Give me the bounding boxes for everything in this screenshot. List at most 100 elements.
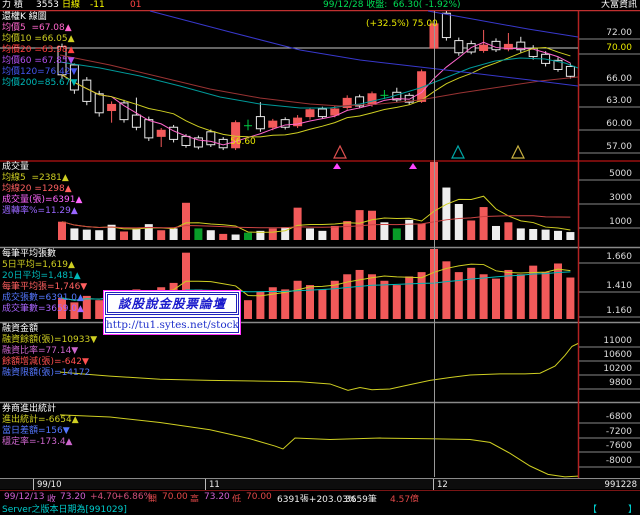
- time-axis[interactable]: 991228 99/10 11 12: [0, 478, 640, 490]
- per_trade-axis-label: 1.160: [606, 306, 632, 316]
- volume-bar: [504, 222, 513, 240]
- per-trade-bar: [355, 269, 364, 319]
- per-trade-bar: [343, 274, 352, 319]
- main-legend-line: 均價200=85.67▼: [2, 78, 78, 88]
- time-axis-label: 99/10: [37, 480, 62, 490]
- candle-body: [479, 44, 489, 51]
- per-trade-pane-title: 每筆平均張數: [2, 249, 57, 259]
- volume-bar: [268, 228, 277, 240]
- candle-body: [268, 120, 278, 128]
- per_trade-axis-label: 1.410: [606, 281, 632, 291]
- candle-body: [144, 119, 154, 139]
- forum-watermark-url[interactable]: http://tu1.sytes.net/stock: [105, 317, 239, 333]
- bracket-open: 【: [588, 505, 598, 515]
- price-axis-label: 57.00: [606, 142, 632, 152]
- volume-bar: [231, 234, 240, 240]
- broker-axis-label: -8000: [605, 456, 632, 466]
- margin-pane-legend: 融資金額 融資餘額(張)=10933▼ 融資比率=77.14▼ 餘額增減(張)=-6…: [2, 324, 97, 379]
- volume-bar: [206, 230, 215, 240]
- per_trade-legend-line: 20日平均=1,481▲: [2, 271, 81, 281]
- low-annotation: 56.60: [230, 137, 256, 147]
- candle-body: [491, 40, 501, 51]
- forum-watermark[interactable]: 談股說金股票論壇 http://tu1.sytes.net/stock: [103, 290, 241, 335]
- per-trade-bar: [318, 289, 327, 319]
- stock-name: 力 積: [2, 0, 23, 10]
- status-segment: 70.00: [162, 492, 188, 502]
- server-bar: Server之版本日期為[991029] 【 】: [0, 502, 640, 515]
- volume-bar: [566, 232, 575, 240]
- margin-legend-line: 餘額增減(張)=-642▼: [2, 357, 89, 367]
- header-date-close: 99/12/28 收盤: 66.30( -1.92%): [323, 0, 461, 10]
- candle-body: [565, 65, 575, 77]
- broker-legend-line: 穩定率=-173.4▲: [2, 437, 73, 447]
- margin-pane-title: 融資金額: [2, 324, 39, 334]
- price-axis-label: 60.00: [606, 119, 632, 129]
- margin-legend-line: 融資限額(張)=14172: [2, 368, 91, 378]
- title-field2: 01: [130, 0, 142, 10]
- margin-legend-line: 融資餘額(張)=10933▼: [2, 335, 98, 345]
- period-label[interactable]: 日線: [62, 0, 80, 10]
- brand-label: 大富資訊: [600, 0, 637, 10]
- volume-bar: [330, 225, 339, 240]
- per-trade-bar: [492, 278, 500, 319]
- per-trade-bar: [380, 280, 389, 319]
- per_trade-axis-label: 1.660: [606, 252, 632, 262]
- per-trade-bar: [405, 276, 414, 319]
- volume-bar: [306, 228, 314, 240]
- candle-body: [255, 116, 265, 130]
- price-axis-label: 66.00: [606, 74, 632, 84]
- volume-bar: [132, 229, 141, 240]
- volume-bar: [442, 187, 451, 240]
- volume-bar: [554, 230, 562, 240]
- volume-bar: [182, 202, 190, 240]
- title-bar: 力 積 3553 日線 -11 01 99/12/28 收盤: 66.30( -…: [0, 0, 640, 10]
- stock-code: 3553: [36, 0, 59, 10]
- status-segment: 73.20: [60, 492, 86, 502]
- volume-legend-line: 均線5 =2381▲: [2, 173, 69, 183]
- status-segment: +6.86%: [116, 492, 153, 502]
- candle-body: [441, 12, 451, 39]
- volume-bar: [144, 224, 153, 240]
- candle-body: [156, 129, 166, 137]
- signal-triangle-marker: [451, 144, 465, 159]
- margin-axis-label: 11000: [603, 336, 632, 346]
- candle-body: [305, 109, 315, 118]
- volume-legend-line: 均線20 =1298▲: [2, 184, 72, 194]
- main-legend-line: 均價20 =63.98▲: [2, 45, 75, 55]
- per-trade-bar: [281, 289, 290, 319]
- chart-canvas[interactable]: [0, 0, 640, 512]
- volume-bar: [169, 228, 178, 240]
- main-pane-legend: 還權K 線圖 均價5 =67.08▲ 均價10 =66.05▲ 均價20 =63.9…: [2, 12, 77, 89]
- volume-bar: [454, 204, 463, 240]
- candle-body: [206, 131, 216, 146]
- volume-bar: [58, 221, 66, 240]
- volume-axis-label: 1000: [609, 217, 632, 227]
- candle-body: [454, 40, 464, 54]
- main-pane-title: 還權K 線圖: [2, 12, 47, 22]
- volume-bar: [492, 225, 500, 240]
- per-trade-bar: [268, 287, 277, 319]
- price-axis-label: 70.00: [606, 43, 632, 53]
- title-field1: -11: [90, 0, 105, 10]
- volume-bar: [293, 207, 302, 240]
- volume-bar: [417, 223, 426, 240]
- signal-triangle-marker: [333, 144, 347, 159]
- broker-pane-legend: 券商進出統計 進出統計=-6654▲ 當日差額=156▼ 穩定率=-173.4▲: [2, 404, 79, 448]
- main-legend-line: 均價120=76.42▼: [2, 67, 78, 77]
- per_trade-legend-line: 每筆平均張=1,746▼: [2, 282, 88, 292]
- margin-axis-label: 9800: [609, 378, 632, 388]
- peak-annotation: (+32.5%) 75.00: [366, 19, 438, 29]
- time-axis-tick: [433, 479, 434, 490]
- ma200-teal: [59, 57, 579, 109]
- ma5-line: [61, 41, 571, 146]
- broker-net-line: [59, 414, 579, 478]
- per-trade-bar: [244, 300, 252, 319]
- per-trade-bar: [479, 274, 488, 319]
- volume-bar: [157, 230, 166, 240]
- volume-bar: [541, 229, 550, 240]
- status-segment: 70.00: [246, 492, 272, 502]
- volume-bar: [194, 228, 203, 240]
- ma60-brown: [59, 54, 579, 107]
- volume-bar: [405, 219, 414, 240]
- volume-bar: [529, 229, 538, 240]
